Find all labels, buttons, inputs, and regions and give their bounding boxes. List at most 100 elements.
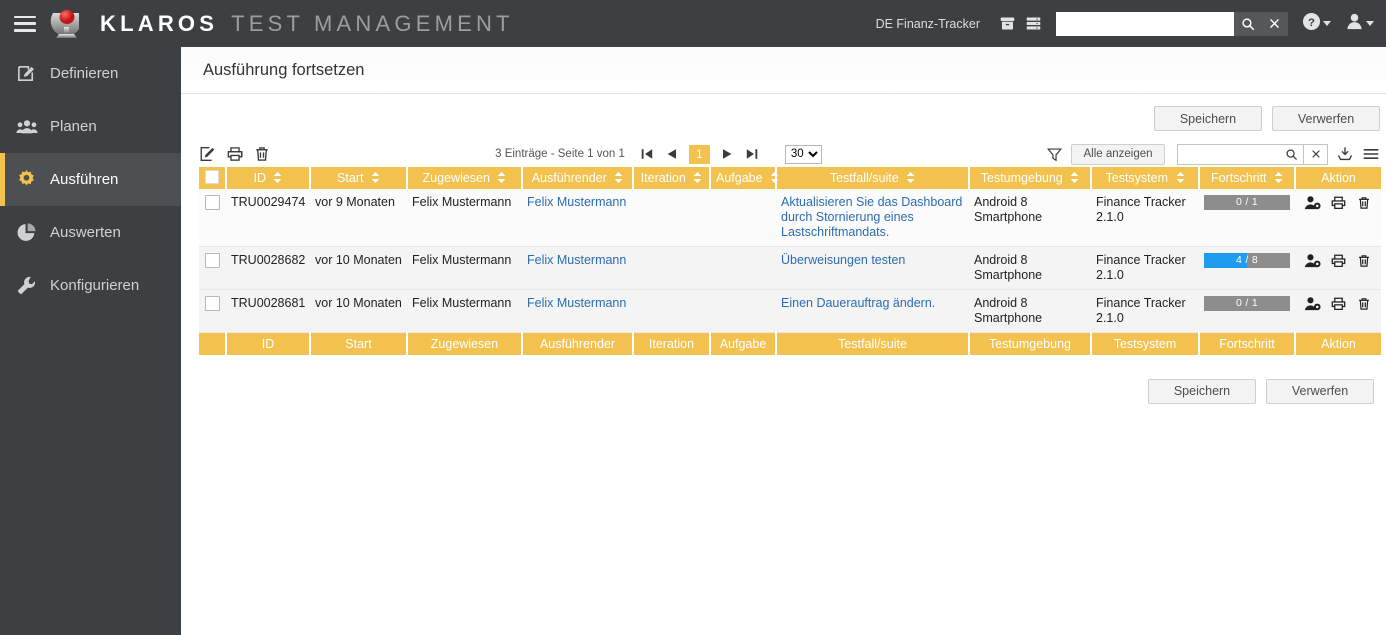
executor-link[interactable]: Felix Mustermann: [527, 296, 626, 310]
checkbox-unchecked-icon[interactable]: [205, 253, 220, 268]
column-label: Fortschritt: [1210, 170, 1267, 185]
funnel-filter-icon[interactable]: [1046, 146, 1063, 163]
printer-icon[interactable]: [1330, 195, 1347, 211]
sort-updown-icon: [497, 171, 506, 186]
cell-environment: Android 8 Smartphone: [969, 246, 1091, 290]
sidebar-item-konfigurieren[interactable]: Konfigurieren: [0, 259, 181, 312]
cell-start: vor 9 Monaten: [310, 189, 407, 247]
column-header-ausfuehrender[interactable]: Ausführender: [522, 167, 634, 189]
column-header-testsystem[interactable]: Testsystem: [1091, 167, 1200, 189]
header-right-controls: DE Finanz-Tracker ?: [876, 11, 1386, 37]
assign-user-icon[interactable]: [1304, 296, 1321, 312]
footer-col-testumgebung: Testumgebung: [969, 332, 1092, 355]
table-filter-search: [1177, 143, 1328, 165]
server-stack-icon[interactable]: [1020, 11, 1046, 37]
chevron-down-icon: [1366, 21, 1374, 26]
hamburger-menu-icon[interactable]: [1362, 145, 1380, 163]
last-page-icon[interactable]: [744, 146, 760, 162]
archive-box-icon[interactable]: [994, 11, 1020, 37]
top-action-buttons: Speichern Verwerfen: [181, 94, 1386, 131]
hamburger-icon[interactable]: [14, 15, 36, 32]
current-project-label: DE Finanz-Tracker: [875, 16, 980, 31]
column-header-iteration[interactable]: Iteration: [633, 167, 711, 189]
column-header-aufgabe[interactable]: Aufgabe: [710, 167, 779, 189]
cell-task: [710, 189, 776, 247]
row-checkbox-cell[interactable]: [199, 246, 226, 290]
column-label: Aufgabe: [716, 170, 763, 185]
row-checkbox-cell[interactable]: [199, 189, 226, 247]
cell-id: TRU0028681: [226, 289, 310, 333]
cell-testcase: Aktualisieren Sie das Dashboard durch St…: [776, 189, 969, 247]
page-number-1[interactable]: 1: [688, 144, 710, 164]
assign-user-icon[interactable]: [1304, 195, 1321, 211]
testcase-link[interactable]: Überweisungen testen: [781, 253, 905, 267]
sidebar-navigation: Definieren Planen Ausführen Auswerten Ko…: [0, 47, 181, 635]
footer-col-fortschritt: Fortschritt: [1199, 332, 1296, 355]
download-tray-icon[interactable]: [1336, 145, 1354, 163]
table-filter-input[interactable]: [1177, 143, 1280, 165]
column-label: Testsystem: [1105, 170, 1169, 185]
page-size-select[interactable]: 30: [784, 144, 822, 164]
trash-icon[interactable]: [1356, 296, 1372, 312]
executor-link[interactable]: Felix Mustermann: [527, 195, 626, 209]
column-header-zugewiesen[interactable]: Zugewiesen: [407, 167, 523, 189]
checkbox-unchecked-icon[interactable]: [205, 296, 220, 311]
cell-progress: 4 / 8: [1199, 246, 1295, 290]
user-menu[interactable]: [1345, 12, 1374, 36]
close-icon[interactable]: [1261, 11, 1288, 36]
select-all-header[interactable]: [199, 167, 227, 189]
global-search-input[interactable]: [1056, 11, 1234, 36]
table-row[interactable]: TRU0029474 vor 9 Monaten Felix Musterman…: [199, 189, 1381, 247]
row-checkbox-cell[interactable]: [199, 289, 226, 333]
sidebar-item-ausfuehren[interactable]: Ausführen: [0, 153, 181, 206]
search-icon[interactable]: [1234, 11, 1261, 36]
testcase-link[interactable]: Aktualisieren Sie das Dashboard durch St…: [781, 195, 962, 239]
cell-testcase: Einen Dauerauftrag ändern.: [776, 289, 969, 333]
column-header-testumgebung[interactable]: Testumgebung: [969, 167, 1092, 189]
sidebar-item-auswerten[interactable]: Auswerten: [0, 206, 181, 259]
show-all-button[interactable]: Alle anzeigen: [1071, 143, 1165, 165]
help-menu[interactable]: ?: [1302, 12, 1331, 36]
column-header-id[interactable]: ID: [226, 167, 311, 189]
assign-user-icon[interactable]: [1304, 253, 1321, 269]
wrench-icon: [16, 275, 46, 296]
cell-environment: Android 8 Smartphone: [969, 289, 1091, 333]
next-page-icon[interactable]: [719, 146, 735, 162]
cell-system: Finance Tracker 2.1.0: [1091, 189, 1199, 247]
trash-icon[interactable]: [253, 145, 271, 163]
sidebar-item-planen[interactable]: Planen: [0, 100, 181, 153]
save-button-bottom[interactable]: Speichern: [1148, 378, 1256, 404]
printer-icon[interactable]: [1330, 253, 1347, 269]
progress-bar: 0 / 1: [1204, 296, 1290, 311]
cell-executor: Felix Mustermann: [522, 289, 633, 333]
column-header-fortschritt[interactable]: Fortschritt: [1199, 167, 1296, 189]
executor-link[interactable]: Felix Mustermann: [527, 253, 626, 267]
checkbox-unchecked-icon[interactable]: [205, 195, 220, 210]
trash-icon[interactable]: [1356, 253, 1372, 269]
first-page-icon[interactable]: [639, 146, 655, 162]
edit-square-icon[interactable]: [199, 145, 217, 163]
previous-page-icon[interactable]: [664, 146, 680, 162]
cell-system: Finance Tracker 2.1.0: [1091, 246, 1199, 290]
discard-button-bottom[interactable]: Verwerfen: [1266, 378, 1374, 404]
trash-icon[interactable]: [1356, 195, 1372, 211]
column-label: Iteration: [640, 170, 686, 185]
table-row[interactable]: TRU0028682 vor 10 Monaten Felix Musterma…: [199, 246, 1381, 290]
checkbox-unchecked-icon[interactable]: [205, 169, 219, 184]
cell-iteration: [633, 189, 710, 247]
testcase-link[interactable]: Einen Dauerauftrag ändern.: [781, 296, 935, 310]
table-footer-row: ID Start Zugewiesen Ausführender Iterati…: [199, 332, 1381, 355]
table-row[interactable]: TRU0028681 vor 10 Monaten Felix Musterma…: [199, 289, 1381, 333]
table-body: TRU0029474 vor 9 Monaten Felix Musterman…: [199, 189, 1381, 333]
close-icon[interactable]: [1304, 143, 1328, 165]
sidebar-item-definieren[interactable]: Definieren: [0, 47, 181, 100]
column-header-testfall-suite[interactable]: Testfall/suite: [776, 167, 970, 189]
search-icon[interactable]: [1280, 143, 1304, 165]
footer-col-testsystem: Testsystem: [1091, 332, 1200, 355]
printer-icon[interactable]: [1330, 296, 1347, 312]
save-button-top[interactable]: Speichern: [1154, 106, 1262, 131]
discard-button-top[interactable]: Verwerfen: [1272, 106, 1380, 131]
footer-col-check: [199, 332, 227, 355]
column-header-start[interactable]: Start: [310, 167, 408, 189]
printer-icon[interactable]: [226, 145, 244, 163]
